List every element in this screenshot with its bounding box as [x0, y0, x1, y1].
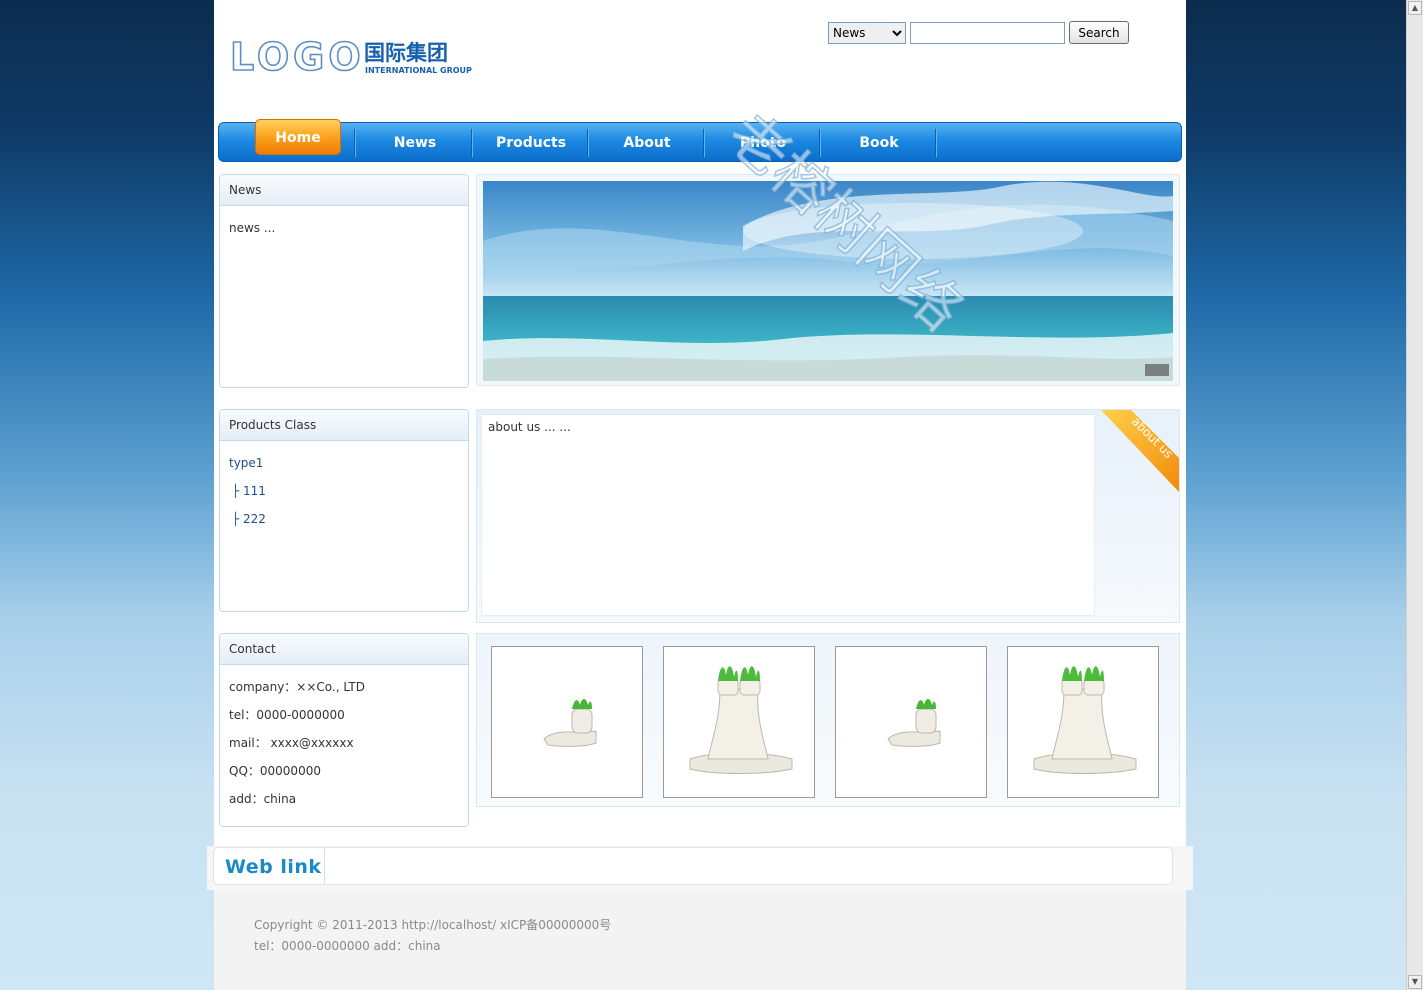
search-input[interactable]: [910, 22, 1065, 44]
web-link-bar: Web link: [213, 847, 1173, 885]
slider-indicator[interactable]: [1145, 364, 1169, 376]
products-class-title: Products Class: [220, 410, 468, 441]
nav-item-home[interactable]: Home: [255, 119, 341, 155]
logo-cn: 国际集团: [364, 41, 448, 65]
banner-image[interactable]: [483, 181, 1173, 381]
plant-pot-large-picture: [1033, 666, 1137, 774]
about-text: about us ... ...: [488, 420, 571, 434]
products-class-box: Products Class type1 ├ 111 ├ 222: [219, 409, 469, 612]
web-link-section: Web link: [207, 846, 1193, 890]
footer: Copyright © 2011-2013 http://localhost/ …: [214, 890, 1186, 990]
contact-tel: tel：0000-0000000: [229, 708, 345, 722]
nav-item-news[interactable]: News: [357, 123, 473, 161]
sea-sky-picture: [483, 181, 1173, 381]
gallery-thumbnail[interactable]: [1007, 646, 1159, 798]
banner-frame: [476, 174, 1180, 386]
company-logo[interactable]: LOGO 国际集团 INTERNATIONAL GROUP: [228, 32, 478, 90]
news-box-title: News: [220, 175, 468, 206]
gallery-thumbnail[interactable]: [835, 646, 987, 798]
logo-mark: LOGO: [230, 35, 365, 79]
search-category-select[interactable]: News: [828, 22, 906, 44]
about-panel: about us ... ... about us: [476, 409, 1180, 623]
search-button[interactable]: Search: [1069, 21, 1129, 44]
footer-copyright: Copyright © 2011-2013 http://localhost/ …: [254, 918, 612, 932]
news-box: News news ...: [219, 174, 469, 388]
nav-item-book[interactable]: Book: [821, 123, 937, 161]
gallery-thumbnail[interactable]: [663, 646, 815, 798]
product-type-link[interactable]: type1: [229, 449, 459, 477]
plant-pot-small-picture: [543, 699, 597, 747]
product-gallery: [476, 633, 1180, 807]
contact-qq: QQ：00000000: [229, 764, 321, 778]
product-subtype-link[interactable]: ├ 111: [229, 477, 459, 505]
plant-pot-large-picture: [689, 666, 793, 774]
contact-box-title: Contact: [220, 634, 468, 665]
about-content: about us ... ...: [481, 414, 1095, 616]
contact-box: Contact company：××Co., LTD tel：0000-0000…: [219, 633, 469, 827]
vertical-scrollbar[interactable]: ▲ ▼: [1406, 0, 1423, 990]
gallery-thumbnail[interactable]: [491, 646, 643, 798]
contact-company: company：××Co., LTD: [229, 680, 365, 694]
nav-item-about[interactable]: About: [589, 123, 705, 161]
nav-separator: [354, 129, 356, 157]
nav-separator: [935, 129, 937, 157]
plant-pot-small-picture: [887, 699, 941, 747]
main-nav: Home News Products About Photo Book: [218, 119, 1182, 162]
contact-address: add：china: [229, 792, 297, 806]
news-item-link[interactable]: news ...: [229, 214, 459, 242]
about-us-ribbon[interactable]: about us: [1101, 410, 1179, 492]
web-link-title: Web link: [225, 856, 322, 878]
scroll-up-icon[interactable]: ▲: [1408, 1, 1422, 15]
contact-mail: mail： xxxx@xxxxxx: [229, 736, 354, 750]
page-container: LOGO 国际集团 INTERNATIONAL GROUP News Searc…: [207, 0, 1193, 990]
nav-item-photo[interactable]: Photo: [705, 123, 821, 161]
scroll-down-icon[interactable]: ▼: [1408, 975, 1422, 989]
logo-en: INTERNATIONAL GROUP: [365, 66, 472, 75]
nav-item-products[interactable]: Products: [473, 123, 589, 161]
footer-contact: tel：0000-0000000 add：china: [254, 939, 441, 953]
product-subtype-link[interactable]: ├ 222: [229, 505, 459, 533]
